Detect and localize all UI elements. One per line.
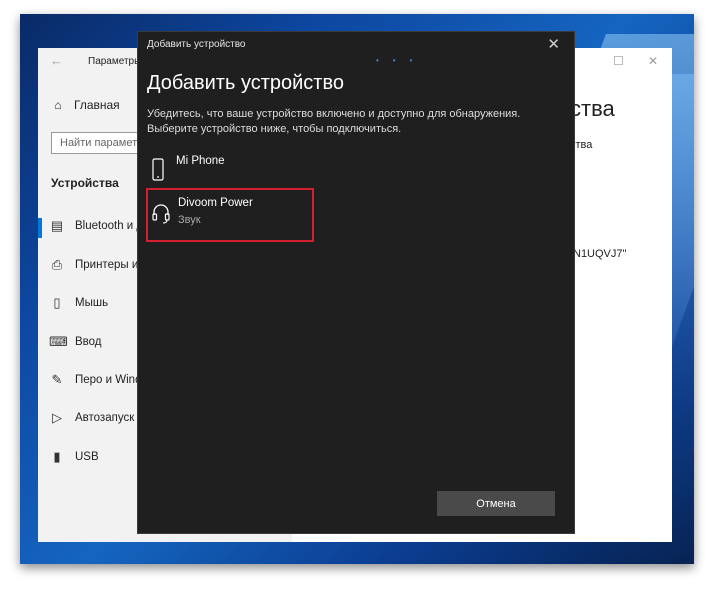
phone-icon — [150, 158, 166, 182]
close-icon[interactable]: ✕ — [648, 54, 658, 68]
autoplay-icon: ▷ — [52, 410, 62, 425]
nav-home-label: Главная — [74, 98, 120, 112]
settings-window-title: Параметры — [88, 56, 142, 67]
usb-icon: ▮ — [53, 449, 61, 464]
device-name: Mi Phone — [176, 155, 225, 167]
maximize-icon[interactable]: ☐ — [613, 54, 624, 68]
dialog-heading: Добавить устройство — [147, 72, 344, 94]
mouse-icon: ▯ — [53, 295, 61, 310]
device-type: Звук — [178, 214, 201, 226]
add-device-dialog: Добавить устройство ✕ ••• Добавить устро… — [137, 31, 575, 534]
loading-dots-icon: ••• — [376, 56, 427, 65]
device-item-divoom-power[interactable]: Divoom Power Звук — [146, 188, 314, 242]
page-title-partial: ства — [570, 96, 615, 121]
back-arrow-icon[interactable]: ← — [50, 53, 63, 68]
cancel-button[interactable]: Отмена — [437, 491, 555, 516]
sidebar-item-label: Ввод — [75, 336, 102, 348]
headphones-icon — [152, 202, 170, 226]
dialog-description: Убедитесь, что ваше устройство включено … — [147, 108, 521, 135]
bluetooth-devices-icon: ▤ — [50, 218, 64, 233]
keyboard-icon: ⌨ — [49, 334, 68, 349]
nav-home[interactable]: ⌂ Главная — [50, 98, 120, 112]
pen-icon: ✎ — [51, 372, 63, 387]
sidebar-item-label: Мышь — [75, 297, 109, 309]
home-icon: ⌂ — [54, 98, 62, 112]
section-title-devices: Устройства — [51, 176, 119, 190]
printer-icon: ⎙ — [51, 257, 63, 272]
dialog-window-title: Добавить устройство — [147, 39, 246, 50]
device-name: Divoom Power — [178, 197, 253, 209]
sidebar-item-label: Автозапуск — [75, 412, 135, 424]
sidebar-item-label: USB — [75, 451, 99, 463]
dialog-close-icon[interactable]: ✕ — [547, 35, 560, 53]
